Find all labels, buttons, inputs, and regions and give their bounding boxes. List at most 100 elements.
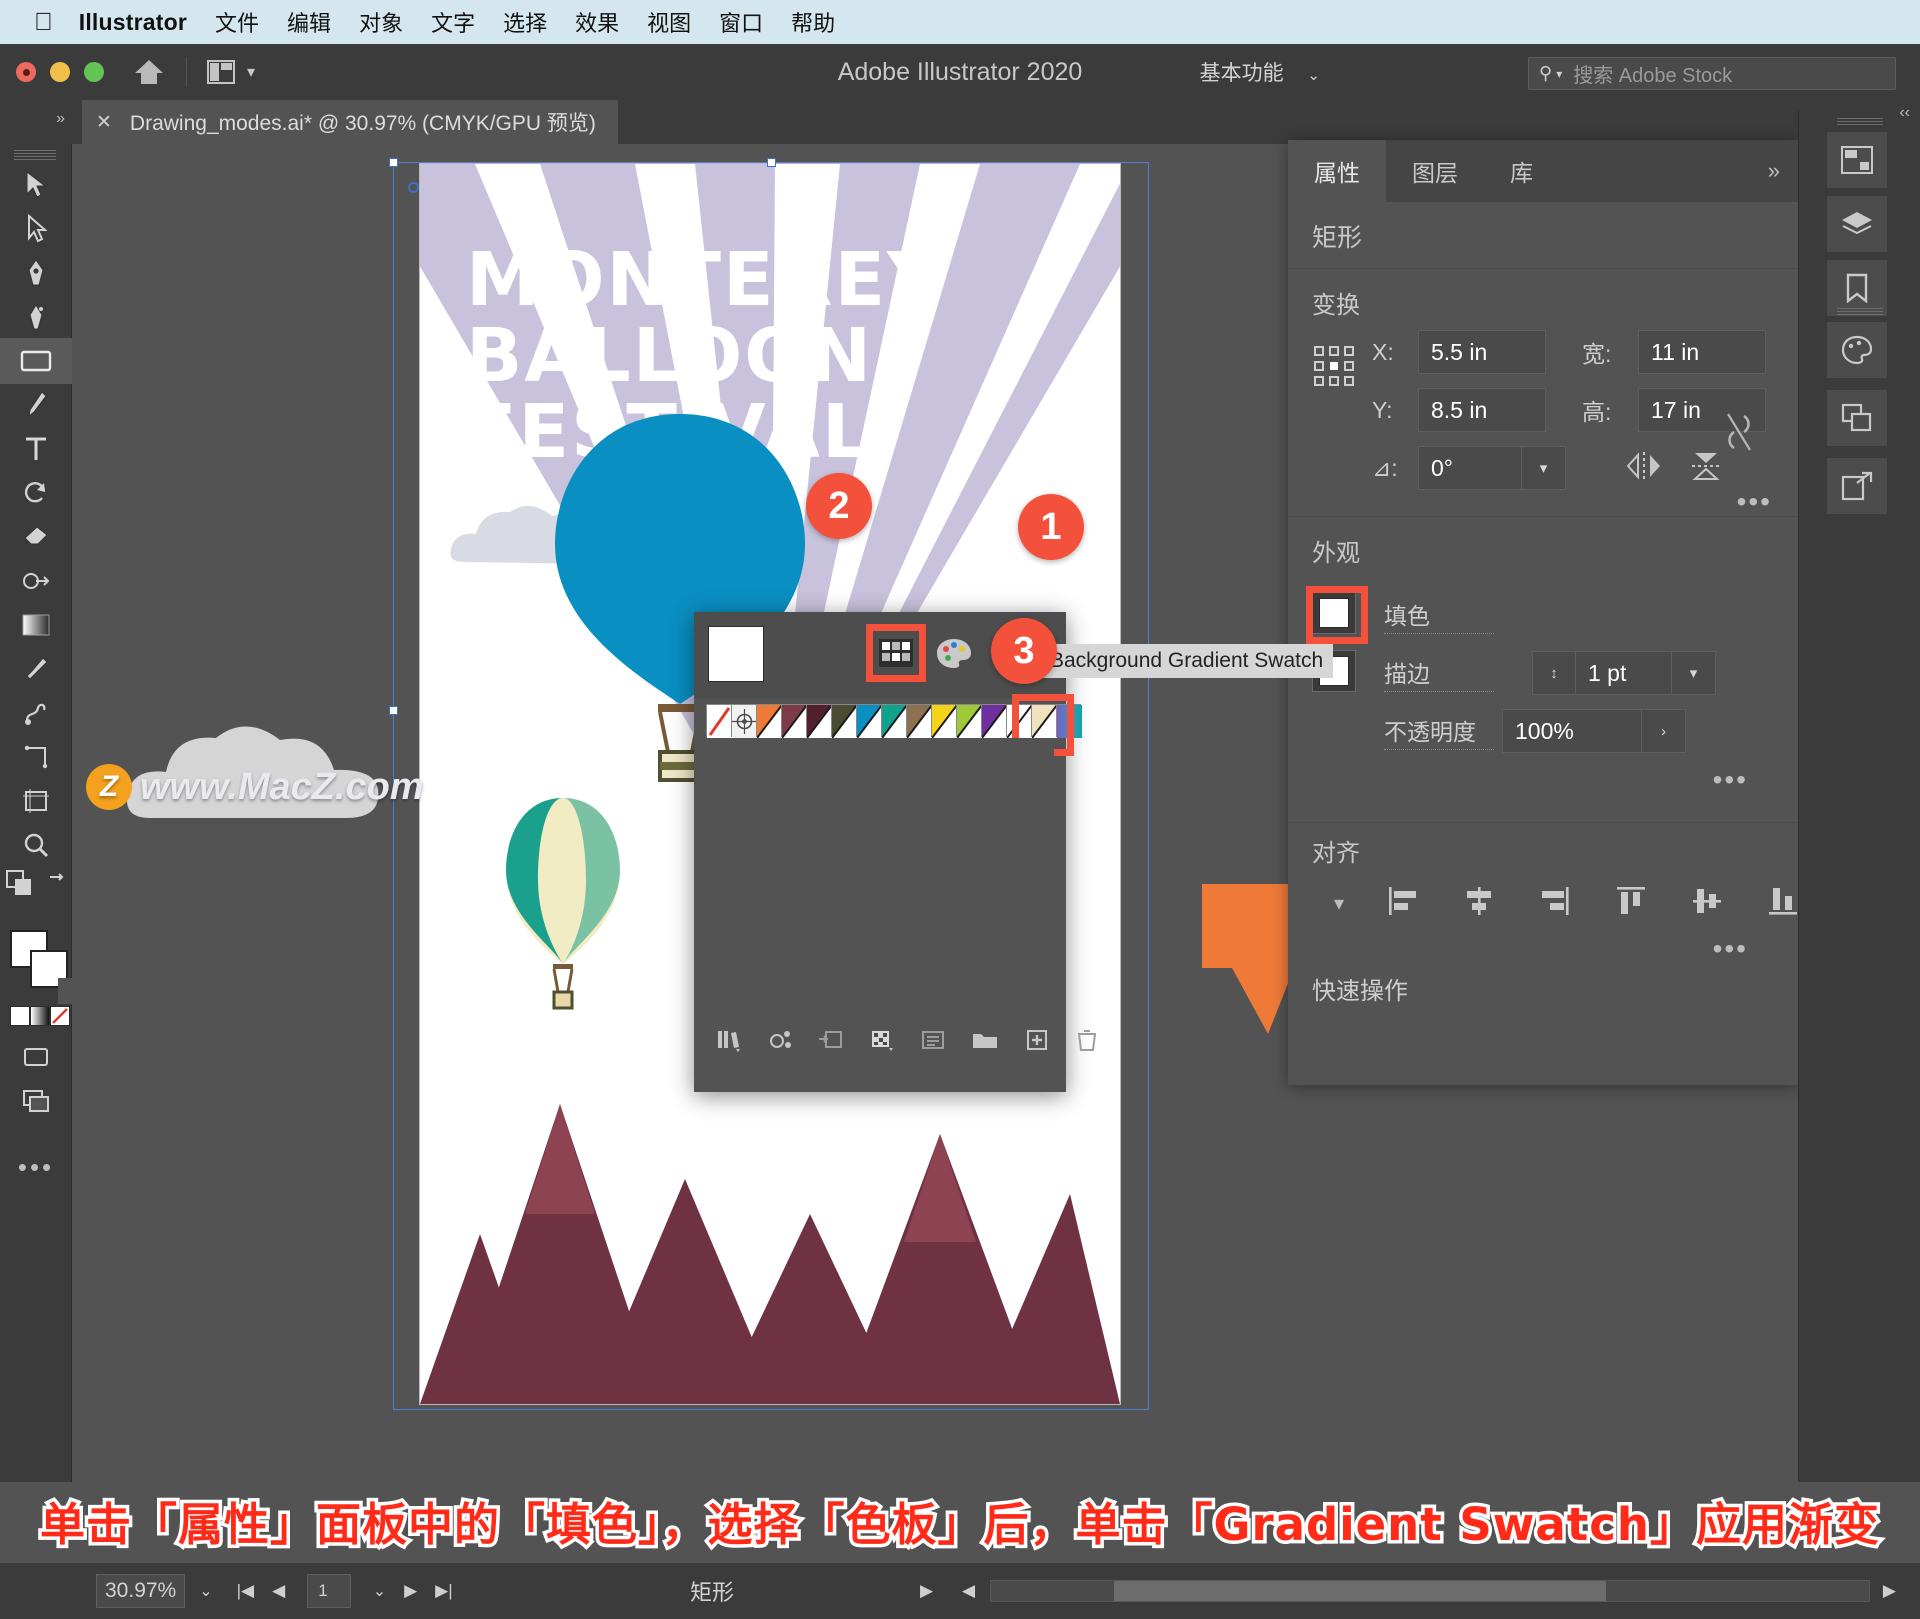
tool-change-screen-mode[interactable] bbox=[0, 1078, 72, 1124]
tool-selection[interactable] bbox=[0, 162, 72, 208]
stroke-stepper-icon[interactable]: ↕ bbox=[1532, 651, 1576, 695]
properties-rail-icon[interactable] bbox=[1827, 132, 1887, 188]
zoom-value[interactable]: 30.97% bbox=[96, 1574, 185, 1608]
gradient-swatch-icon[interactable] bbox=[30, 1006, 50, 1026]
toolbar-more-icon[interactable]: ••• bbox=[0, 1144, 72, 1190]
arrange-documents-icon[interactable] bbox=[207, 60, 235, 84]
document-tab[interactable]: ✕ Drawing_modes.ai* @ 30.97% (CMYK/GPU 预… bbox=[82, 100, 618, 144]
color-rail-icon[interactable] bbox=[1827, 322, 1887, 378]
fill-stroke-indicator[interactable] bbox=[10, 930, 66, 988]
toolbar-grip[interactable] bbox=[14, 150, 56, 160]
align-right-icon[interactable] bbox=[1538, 884, 1572, 923]
app-name-menu[interactable]: Illustrator bbox=[79, 9, 187, 36]
angle-chevron-icon[interactable]: ▾ bbox=[1522, 446, 1566, 490]
swatches-popup-footer[interactable] bbox=[694, 1016, 1066, 1064]
tool-zoom[interactable] bbox=[0, 822, 72, 868]
color-mode-row[interactable] bbox=[10, 1006, 72, 1026]
color-swatch-icon[interactable] bbox=[10, 1006, 30, 1026]
maximize-window-button[interactable] bbox=[84, 62, 104, 82]
tool-curvature[interactable] bbox=[0, 294, 72, 340]
selection-handle-tc[interactable] bbox=[767, 158, 776, 167]
layers-rail-icon[interactable] bbox=[1827, 196, 1887, 252]
swap-fill-stroke-icon[interactable] bbox=[46, 871, 70, 900]
home-icon[interactable] bbox=[132, 55, 166, 89]
stroke-weight-control[interactable]: ↕ 1 pt ▾ bbox=[1532, 651, 1716, 695]
tool-eraser[interactable] bbox=[0, 514, 72, 560]
tool-paintbrush[interactable] bbox=[0, 382, 72, 428]
stroke-indicator[interactable] bbox=[30, 950, 68, 988]
next-artboard-icon[interactable]: ▶ bbox=[404, 1581, 417, 1601]
tool-pen[interactable] bbox=[0, 250, 72, 296]
swatches-popup-panel[interactable] bbox=[694, 612, 1066, 1092]
none-swatch[interactable] bbox=[706, 704, 731, 737]
prev-artboard-icon[interactable]: ◀ bbox=[272, 1581, 285, 1601]
tab-libraries[interactable]: 库 bbox=[1484, 140, 1559, 202]
rail-grip-1[interactable] bbox=[1837, 118, 1883, 126]
horizontal-scrollbar[interactable] bbox=[990, 1580, 1870, 1602]
align-center-vertical-icon[interactable] bbox=[1690, 884, 1724, 923]
apple-menu-icon[interactable]:  bbox=[34, 10, 53, 35]
menu-item-file[interactable]: 文件 bbox=[215, 6, 259, 38]
align-bottom-icon[interactable] bbox=[1766, 884, 1800, 923]
scroll-right-icon[interactable]: ▶ bbox=[1883, 1581, 1896, 1601]
flip-horizontal-icon[interactable] bbox=[1624, 449, 1664, 488]
tool-symbol-sprayer[interactable] bbox=[0, 690, 72, 736]
artboards-rail-icon[interactable] bbox=[1827, 390, 1887, 446]
align-center-horizontal-icon[interactable] bbox=[1462, 884, 1496, 923]
menu-item-view[interactable]: 视图 bbox=[647, 6, 691, 38]
window-controls[interactable] bbox=[16, 62, 104, 82]
zoom-control[interactable]: 30.97% ⌄ bbox=[96, 1574, 213, 1608]
zoom-chevron-icon[interactable]: ⌄ bbox=[199, 1581, 212, 1601]
scroll-left-icon[interactable]: ◀ bbox=[962, 1581, 975, 1601]
angle-input[interactable]: 0° bbox=[1418, 446, 1522, 490]
stroke-weight-input[interactable]: 1 pt bbox=[1576, 651, 1672, 695]
menu-item-object[interactable]: 对象 bbox=[359, 6, 403, 38]
color-mixer-button[interactable] bbox=[932, 632, 976, 674]
selection-handle-tl[interactable] bbox=[389, 158, 398, 167]
swatch-olive[interactable] bbox=[831, 704, 856, 737]
align-buttons-row[interactable]: ▾ bbox=[1382, 884, 1774, 923]
workspace-switcher[interactable]: 基本功能 ⌄ bbox=[1200, 57, 1320, 87]
align-top-icon[interactable] bbox=[1614, 884, 1648, 923]
swatch-maroon[interactable] bbox=[781, 704, 806, 737]
selection-handle-ml[interactable] bbox=[389, 706, 398, 715]
tool-gradient[interactable] bbox=[0, 602, 72, 648]
tool-rectangle[interactable] bbox=[0, 338, 72, 384]
opacity-expand-icon[interactable]: › bbox=[1642, 709, 1686, 753]
tool-type[interactable] bbox=[0, 426, 72, 472]
none-swatch-icon[interactable] bbox=[50, 1006, 70, 1026]
swatch-options-icon[interactable] bbox=[920, 1026, 946, 1054]
swatch-libraries-icon[interactable] bbox=[716, 1026, 742, 1054]
properties-panel[interactable]: 属性 图层 库 » 矩形 变换 X: 5.5 in bbox=[1288, 140, 1798, 1085]
rail-grip-2[interactable] bbox=[1837, 308, 1883, 316]
drawing-mode-icon[interactable] bbox=[6, 870, 32, 901]
artboard-chevron-icon[interactable]: ⌄ bbox=[373, 1581, 386, 1601]
first-artboard-icon[interactable]: |◀ bbox=[237, 1581, 255, 1601]
delete-swatch-icon[interactable] bbox=[1075, 1026, 1099, 1054]
swatch-yellow[interactable] bbox=[931, 704, 956, 737]
align-to-chevron-icon[interactable]: ▾ bbox=[1334, 891, 1344, 916]
properties-panel-tabs[interactable]: 属性 图层 库 » bbox=[1288, 140, 1798, 202]
arrange-chevron-icon[interactable]: ▾ bbox=[247, 62, 255, 82]
tool-eyedropper[interactable] bbox=[0, 646, 72, 692]
tool-direct-selection[interactable] bbox=[0, 206, 72, 252]
menu-item-edit[interactable]: 编辑 bbox=[287, 6, 331, 38]
y-input[interactable]: 8.5 in bbox=[1418, 388, 1546, 432]
new-swatch-icon[interactable] bbox=[1024, 1026, 1050, 1054]
menu-item-select[interactable]: 选择 bbox=[503, 6, 547, 38]
toolbar-expand-icon[interactable]: » bbox=[56, 110, 65, 128]
export-rail-icon[interactable] bbox=[1827, 458, 1887, 514]
tool-rotate[interactable] bbox=[0, 470, 72, 516]
panel-expand-icon[interactable]: » bbox=[1768, 158, 1780, 184]
tool-free-transform[interactable] bbox=[0, 734, 72, 780]
tab-properties[interactable]: 属性 bbox=[1288, 140, 1386, 202]
swatch-purple[interactable] bbox=[981, 704, 1006, 737]
stroke-chevron-icon[interactable]: ▾ bbox=[1672, 651, 1716, 695]
reference-point-selector[interactable] bbox=[1312, 344, 1356, 393]
tab-layers[interactable]: 图层 bbox=[1386, 140, 1484, 202]
transform-more-icon[interactable]: ••• bbox=[1737, 486, 1772, 518]
show-swatch-kinds-icon[interactable] bbox=[869, 1026, 895, 1054]
flip-vertical-icon[interactable] bbox=[1686, 449, 1726, 488]
page-navigation[interactable]: |◀ ◀ 1 ⌄ ▶ ▶| bbox=[237, 1574, 453, 1608]
current-color-preview[interactable] bbox=[708, 626, 764, 682]
